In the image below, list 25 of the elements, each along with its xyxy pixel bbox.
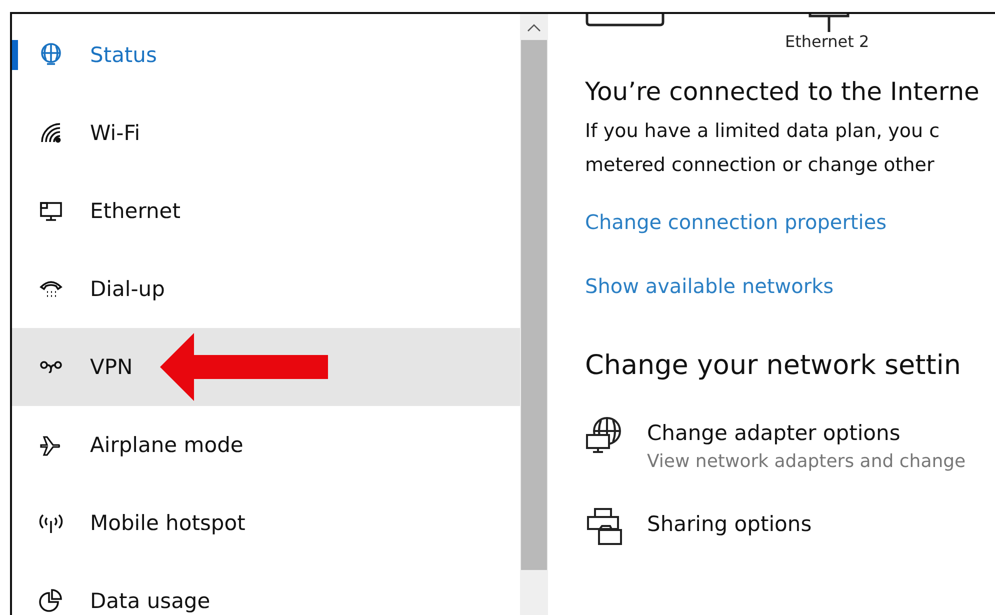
sidebar-item[interactable]: Status bbox=[12, 16, 520, 94]
sidebar-item[interactable]: Wi-Fi bbox=[12, 94, 520, 172]
section-title: Change your network settin bbox=[585, 350, 962, 381]
adapter-label: Ethernet 2 bbox=[785, 32, 870, 51]
option-title[interactable]: Change adapter options bbox=[647, 421, 966, 445]
chevron-up-icon[interactable] bbox=[527, 24, 541, 32]
sidebar-item[interactable]: Dial-up bbox=[12, 250, 520, 328]
description-text: metered connection or change other bbox=[585, 153, 936, 178]
option-description: View network adapters and change bbox=[647, 451, 966, 472]
printer-folder-icon bbox=[585, 506, 625, 546]
settings-link[interactable]: Show available networks bbox=[585, 274, 995, 298]
pie-chart-icon bbox=[38, 588, 64, 614]
status-heading: You’re connected to the Interne bbox=[585, 77, 980, 106]
sidebar-item[interactable]: Mobile hotspot bbox=[12, 484, 520, 562]
description-text: If you have a limited data plan, you c bbox=[585, 119, 941, 144]
option-title[interactable]: Sharing options bbox=[647, 512, 812, 536]
sidebar-item[interactable]: VPN bbox=[12, 328, 520, 406]
scrollbar-thumb[interactable] bbox=[521, 40, 547, 570]
sidebar-item[interactable]: Data usage bbox=[12, 562, 520, 615]
sidebar-item[interactable]: Airplane mode bbox=[12, 406, 520, 484]
selection-indicator bbox=[12, 40, 18, 70]
scrollbar[interactable] bbox=[520, 14, 548, 615]
settings-link[interactable]: Change connection properties bbox=[585, 210, 995, 234]
globe-monitor-icon bbox=[38, 42, 64, 68]
sidebar-item[interactable]: Ethernet bbox=[12, 172, 520, 250]
